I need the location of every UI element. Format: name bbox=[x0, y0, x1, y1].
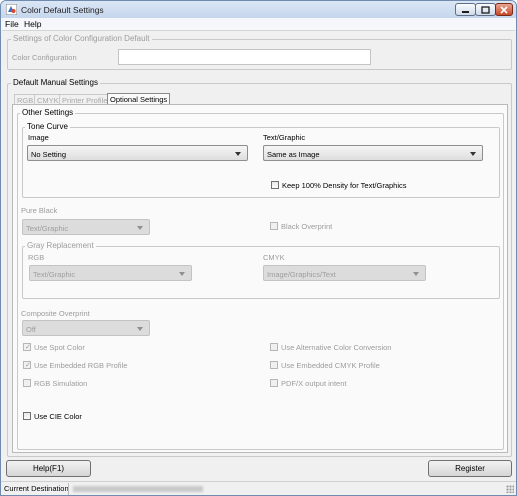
menu-bar: File Help bbox=[1, 18, 516, 30]
menu-file[interactable]: File bbox=[5, 19, 19, 29]
use-embedded-rgb-checkbox[interactable]: ✓ Use Embedded RGB Profile bbox=[23, 360, 127, 370]
gray-rgb-value: Text/Graphic bbox=[33, 270, 76, 279]
current-destination-value-redacted bbox=[73, 486, 203, 492]
menu-help[interactable]: Help bbox=[24, 19, 41, 29]
gray-replacement-title: Gray Replacement bbox=[25, 241, 96, 250]
window-title: Color Default Settings bbox=[21, 5, 104, 15]
chevron-down-icon bbox=[137, 327, 143, 331]
text-graphic-tone-curve-value: Same as Image bbox=[267, 150, 320, 159]
maximize-icon bbox=[481, 5, 490, 14]
resize-grip-icon[interactable] bbox=[506, 485, 514, 493]
use-spot-color-box[interactable]: ✓ bbox=[23, 343, 31, 351]
color-default-settings-window: Color Default Settings File Help Setting… bbox=[0, 0, 517, 496]
use-cie-color-checkbox[interactable]: Use CIE Color bbox=[23, 411, 82, 421]
composite-overprint-value: Off bbox=[26, 325, 36, 334]
maximize-button[interactable] bbox=[475, 3, 496, 16]
pure-black-label: Pure Black bbox=[21, 206, 58, 215]
use-spot-color-label: Use Spot Color bbox=[34, 342, 85, 352]
menu-separator bbox=[2, 30, 515, 31]
color-configuration-field[interactable] bbox=[118, 49, 371, 65]
tone-curve-title: Tone Curve bbox=[25, 122, 70, 131]
pdfx-output-intent-box[interactable] bbox=[270, 379, 278, 387]
status-bar: Current Destination bbox=[1, 481, 516, 495]
use-embedded-cmyk-box[interactable] bbox=[270, 361, 278, 369]
gray-cmyk-dropdown[interactable]: Image/Graphics/Text bbox=[263, 265, 426, 281]
use-alt-color-conversion-box[interactable] bbox=[270, 343, 278, 351]
use-embedded-cmyk-label: Use Embedded CMYK Profile bbox=[281, 360, 380, 370]
color-configuration-label: Color Configuration bbox=[12, 53, 77, 62]
use-embedded-cmyk-checkbox[interactable]: Use Embedded CMYK Profile bbox=[270, 360, 380, 370]
black-overprint-checkbox[interactable]: Black Overprint bbox=[270, 221, 332, 231]
optional-settings-panel: Other Settings Tone Curve Image No Setti… bbox=[12, 104, 508, 453]
default-manual-settings-title: Default Manual Settings bbox=[11, 78, 100, 87]
pdfx-output-intent-label: PDF/X output intent bbox=[281, 378, 347, 388]
gray-replacement-group: Gray Replacement RGB Text/Graphic CMYK I… bbox=[22, 241, 500, 299]
gray-rgb-dropdown[interactable]: Text/Graphic bbox=[29, 265, 192, 281]
gray-cmyk-label: CMYK bbox=[263, 253, 285, 262]
color-configuration-default-title: Settings of Color Configuration Default bbox=[11, 34, 152, 43]
text-graphic-label: Text/Graphic bbox=[263, 133, 306, 142]
title-bar[interactable]: Color Default Settings bbox=[1, 1, 516, 19]
close-icon bbox=[500, 5, 508, 14]
composite-overprint-label: Composite Overprint bbox=[21, 309, 90, 318]
tab-rgb[interactable]: RGB bbox=[14, 94, 37, 105]
checkmark-icon: ✓ bbox=[25, 362, 31, 369]
use-alt-color-conversion-checkbox[interactable]: Use Alternative Color Conversion bbox=[270, 342, 391, 352]
text-graphic-tone-curve-dropdown[interactable]: Same as Image bbox=[263, 145, 483, 161]
pure-black-dropdown[interactable]: Text/Graphic bbox=[22, 219, 150, 235]
status-divider bbox=[68, 483, 69, 495]
use-alt-color-conversion-label: Use Alternative Color Conversion bbox=[281, 342, 392, 352]
checkmark-icon: ✓ bbox=[25, 344, 31, 351]
image-tone-curve-value: No Setting bbox=[31, 150, 67, 159]
color-configuration-default-group: Settings of Color Configuration Default … bbox=[7, 34, 512, 70]
tone-curve-group: Tone Curve Image No Setting Text/Graphic… bbox=[22, 122, 500, 198]
register-button[interactable]: Register bbox=[428, 460, 512, 477]
use-embedded-rgb-label: Use Embedded RGB Profile bbox=[34, 360, 128, 370]
tab-printer-profile[interactable]: Printer Profile bbox=[59, 94, 111, 105]
image-label: Image bbox=[28, 133, 49, 142]
image-tone-curve-dropdown[interactable]: No Setting bbox=[27, 145, 248, 161]
minimize-icon bbox=[462, 11, 469, 13]
pure-black-value: Text/Graphic bbox=[26, 224, 69, 233]
use-spot-color-checkbox[interactable]: ✓ Use Spot Color bbox=[23, 342, 85, 352]
black-overprint-box[interactable] bbox=[270, 222, 278, 230]
use-cie-color-label: Use CIE Color bbox=[34, 411, 82, 421]
other-settings-group: Other Settings Tone Curve Image No Setti… bbox=[17, 108, 504, 450]
black-overprint-label: Black Overprint bbox=[281, 221, 333, 231]
keep-density-label: Keep 100% Density for Text/Graphics bbox=[282, 180, 407, 190]
help-button[interactable]: Help(F1) bbox=[6, 460, 91, 477]
tab-cmyk[interactable]: CMYK bbox=[34, 94, 62, 105]
rgb-simulation-label: RGB Simulation bbox=[34, 378, 88, 388]
keep-density-box[interactable] bbox=[271, 181, 279, 189]
gray-cmyk-value: Image/Graphics/Text bbox=[267, 270, 336, 279]
composite-overprint-dropdown[interactable]: Off bbox=[22, 320, 150, 336]
app-icon bbox=[6, 4, 17, 15]
use-cie-color-box[interactable] bbox=[23, 412, 31, 420]
chevron-down-icon bbox=[470, 152, 476, 156]
other-settings-title: Other Settings bbox=[20, 108, 76, 117]
rgb-simulation-checkbox[interactable]: RGB Simulation bbox=[23, 378, 87, 388]
chevron-down-icon bbox=[235, 152, 241, 156]
keep-density-checkbox[interactable]: Keep 100% Density for Text/Graphics bbox=[271, 180, 407, 190]
use-embedded-rgb-box[interactable]: ✓ bbox=[23, 361, 31, 369]
minimize-button[interactable] bbox=[455, 3, 476, 16]
rgb-simulation-box[interactable] bbox=[23, 379, 31, 387]
chevron-down-icon bbox=[413, 272, 419, 276]
close-button[interactable] bbox=[495, 3, 513, 16]
chevron-down-icon bbox=[137, 226, 143, 230]
chevron-down-icon bbox=[179, 272, 185, 276]
pdfx-output-intent-checkbox[interactable]: PDF/X output intent bbox=[270, 378, 346, 388]
gray-rgb-label: RGB bbox=[28, 253, 45, 262]
current-destination-label: Current Destination bbox=[4, 484, 69, 493]
